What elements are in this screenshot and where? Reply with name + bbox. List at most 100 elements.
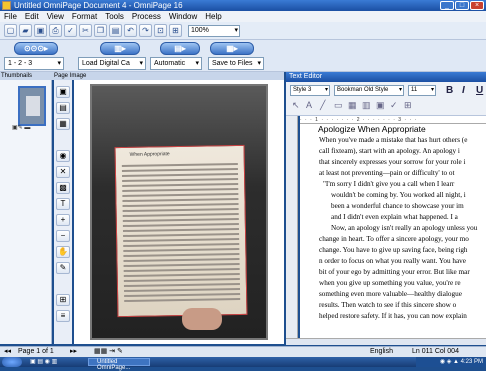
marker-tool-icon[interactable]: ✎ — [56, 262, 70, 274]
menu-edit[interactable]: Edit — [25, 11, 39, 22]
bold-button[interactable]: B — [446, 85, 453, 96]
text-editor-header: Text Editor — [286, 72, 486, 82]
export-button[interactable]: ▦▸ — [210, 42, 254, 55]
text-line: results. Then watch to see if this since… — [319, 301, 457, 309]
save-to-files-select[interactable]: Save to Files — [208, 57, 264, 70]
paste-icon[interactable]: ▤ — [109, 24, 122, 37]
text-a-icon[interactable]: A — [306, 100, 312, 110]
image-insert-icon[interactable]: ▣ — [376, 100, 385, 111]
layout-select[interactable]: Automatic — [150, 57, 202, 70]
open-folder-icon[interactable]: ▰ — [19, 24, 32, 37]
window-title: Untitled OmniPage Document 4 - OmniPage … — [14, 1, 183, 10]
table-tool-icon[interactable]: ▦ — [56, 118, 70, 130]
vertical-ruler — [286, 116, 298, 338]
thumbnail-status-icons: ▣✎ ▬ — [12, 125, 31, 131]
pan-tool-icon[interactable]: ✋ — [56, 246, 70, 258]
font-size-select[interactable]: 11 — [408, 85, 436, 96]
select-arrow-icon[interactable]: ↖ — [292, 100, 300, 111]
zone-tool-icon[interactable]: ▤ — [56, 102, 70, 114]
camera-photo: When Appropriate — [90, 84, 268, 340]
text-line: wouldn't be coming by. You worked all ni… — [331, 191, 466, 199]
status-bar: ◂◂ Page 1 of 1 ▸▸ ▦▦ ⇥ ✎ English Ln 011 … — [0, 346, 486, 357]
horizontal-ruler: · · · 1 · · · · · · · 2 · · · · · · · 3 … — [300, 116, 486, 124]
menu-process[interactable]: Process — [132, 11, 161, 22]
spellcheck-icon[interactable]: ✓ — [64, 24, 77, 37]
page-thumbnail[interactable] — [18, 86, 46, 126]
image-tools-column: ▣ ▤ ▦ ◉ ✕ ▩ T + − ✋ ✎ ⊞ ≡ — [54, 80, 72, 344]
text-editor-toolbar: Style 3 Bookman Old Style 11 B I U ↖ A ╱… — [286, 82, 486, 116]
paragraph-style-select[interactable]: Style 3 — [290, 85, 330, 96]
cut-icon[interactable]: ✂ — [79, 24, 92, 37]
quick-launch-icons[interactable]: ▣ ▤ ◉ ▥ — [30, 357, 57, 367]
undo-icon[interactable]: ↶ — [124, 24, 137, 37]
zoom-out-icon[interactable]: − — [56, 230, 70, 242]
grid-tool-icon[interactable]: ⊞ — [56, 294, 70, 306]
book-page-image: When Appropriate — [114, 144, 248, 318]
italic-button[interactable]: I — [462, 85, 465, 96]
fit-width-icon[interactable]: ⊞ — [169, 24, 182, 37]
load-digital-camera-select[interactable]: Load Digital Ca — [78, 57, 146, 70]
pages-run-button[interactable]: ⊙⊙⊙▸ — [14, 42, 58, 55]
draw-line-icon[interactable]: ╱ — [320, 100, 325, 111]
windows-taskbar: ▣ ▤ ◉ ▥ Untitled OmniPage... ◉ ◈ ▲ 4:23 … — [0, 357, 486, 371]
page-image-view[interactable]: When Appropriate — [74, 80, 284, 344]
text-line: change. You have to give up saving face,… — [319, 246, 468, 254]
text-line: when you give up something you value, yo… — [319, 279, 461, 287]
menu-window[interactable]: Window — [169, 11, 197, 22]
text-line: been a wonderful chance to showcase your… — [331, 202, 464, 210]
next-page-icon[interactable]: ▸▸ — [70, 347, 77, 357]
menu-view[interactable]: View — [47, 11, 64, 22]
select-tool-icon[interactable]: ▣ — [56, 86, 70, 98]
text-editor-scrollbar[interactable] — [286, 338, 486, 345]
redo-icon[interactable]: ↷ — [139, 24, 152, 37]
taskbar-omnipage-item[interactable]: Untitled OmniPage... — [88, 358, 150, 371]
close-button[interactable]: × — [470, 1, 484, 10]
new-document-icon[interactable]: ▢ — [4, 24, 17, 37]
clock: 4:23 PM — [460, 359, 483, 365]
menu-file[interactable]: File — [4, 11, 17, 22]
image-zone-icon[interactable]: ▩ — [56, 182, 70, 194]
menu-format[interactable]: Format — [72, 11, 97, 22]
pages-select[interactable]: 1 - 2 - 3 — [4, 57, 64, 70]
zoom-select[interactable]: 100% — [188, 24, 240, 37]
text-line: bit of your ego by admitting your error.… — [319, 268, 470, 276]
thumbnails-pane[interactable]: ▣✎ ▬ — [0, 80, 52, 344]
rotate-tool-icon[interactable]: ◉ — [56, 150, 70, 162]
prev-page-icon[interactable]: ◂◂ — [4, 347, 11, 357]
ocr-button[interactable]: ▤▸ — [160, 42, 200, 55]
columns-icon[interactable]: ▥ — [362, 100, 371, 111]
grid-icon[interactable]: ⊞ — [404, 100, 412, 111]
table-insert-icon[interactable]: ▦ — [348, 100, 357, 111]
book-heading: When Appropriate — [129, 151, 170, 158]
copy-icon[interactable]: ❐ — [94, 24, 107, 37]
scan-source-button[interactable]: ▥▸ — [100, 42, 140, 55]
text-line: and I didn't even explain what happened.… — [331, 213, 458, 221]
start-button[interactable] — [2, 357, 22, 367]
tray-icons[interactable]: ◉ ◈ ▲ — [440, 359, 461, 365]
maximize-button[interactable]: □ — [455, 1, 469, 10]
underline-button[interactable]: U — [476, 85, 483, 96]
zoom-in-icon[interactable]: + — [56, 214, 70, 226]
thumbnails-pane-header: Thumbnails — [0, 72, 52, 80]
menu-tools[interactable]: Tools — [105, 11, 124, 22]
delete-zone-icon[interactable]: ✕ — [56, 166, 70, 178]
text-line: at least not preventing—pain or difficul… — [319, 169, 455, 177]
check-icon[interactable]: ✓ — [390, 100, 398, 111]
menu-bar: File Edit View Format Tools Process Wind… — [0, 11, 486, 22]
fit-page-icon[interactable]: ⊡ — [154, 24, 167, 37]
text-line: call fixteam), start with an apology. An… — [319, 147, 460, 155]
workflow-toolbar: ⊙⊙⊙▸ ▥▸ ▤▸ ▦▸ 1 - 2 - 3 Load Digital Ca … — [0, 40, 486, 72]
properties-tool-icon[interactable]: ≡ — [56, 310, 70, 322]
text-line: helped restore safety. If it has, you ca… — [319, 312, 467, 320]
print-icon[interactable]: ⎙ — [49, 24, 62, 37]
rectangle-icon[interactable]: ▭ — [334, 100, 343, 111]
menu-help[interactable]: Help — [205, 11, 221, 22]
font-select[interactable]: Bookman Old Style — [334, 85, 404, 96]
hand-holding-book — [182, 308, 222, 330]
view-mode-icons[interactable]: ▦▦ ⇥ ✎ — [94, 347, 123, 357]
minimize-button[interactable]: _ — [440, 1, 454, 10]
text-zone-icon[interactable]: T — [56, 198, 70, 210]
page-image-pane-header: Page Image — [52, 72, 284, 80]
recognized-text-document[interactable]: Apologize When Appropriate When you've m… — [300, 124, 486, 338]
save-icon[interactable]: ▣ — [34, 24, 47, 37]
